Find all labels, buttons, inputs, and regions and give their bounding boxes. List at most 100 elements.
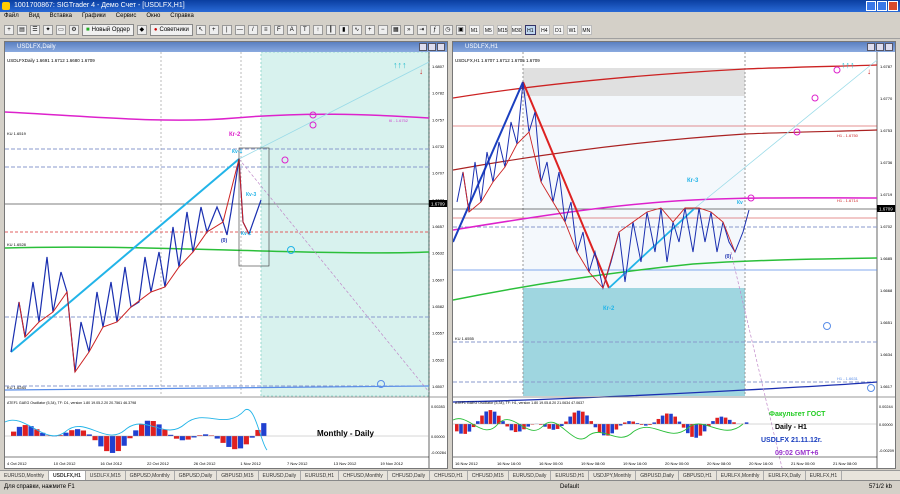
menu-file[interactable]: Файл <box>4 12 19 21</box>
menu-tools[interactable]: Сервис <box>116 12 137 21</box>
chart-tab[interactable]: EURLFX,Daily <box>764 471 805 480</box>
zoom-in-icon[interactable]: + <box>365 25 375 35</box>
close-button[interactable] <box>888 1 898 11</box>
chart-tab[interactable]: CHFUSD,Monthly <box>339 471 388 480</box>
chart-window-titlebar[interactable]: USDLFX,Daily <box>5 42 447 52</box>
signal-arrows-icon: ↑↑↑ <box>393 60 407 70</box>
daily-chart-canvas[interactable]: ↑↑↑ ↓ USDLFXDaily 1.6691 1.6712 1.6680 1… <box>5 52 447 468</box>
chart-tab[interactable]: EURUSD,Daily <box>259 471 302 480</box>
bar-chart-icon[interactable]: ┃ <box>326 25 336 35</box>
market-watch-icon[interactable]: ☰ <box>30 25 40 35</box>
date-tick-label: 16 Nov 16:00 <box>497 461 522 466</box>
minimize-button[interactable] <box>866 1 876 11</box>
date-tick-label: 7 Nov 2012 <box>287 461 308 466</box>
trendline-icon[interactable]: / <box>248 25 258 35</box>
fibo-icon[interactable]: F <box>274 25 284 35</box>
menu-insert[interactable]: Вставка <box>50 12 72 21</box>
label-kr3: Кr-3 <box>687 178 699 184</box>
chart-shift-icon[interactable]: ⇥ <box>417 25 427 35</box>
chart-tab[interactable]: EURUSD,H1 <box>551 471 589 480</box>
chart-tab[interactable]: GBPUSD,H1 <box>679 471 717 480</box>
tester-icon[interactable]: ⚙ <box>69 25 79 35</box>
timeframe-m5[interactable]: M5 <box>483 25 494 35</box>
chart-window-h1[interactable]: USDLFX,H1 <box>452 41 896 469</box>
line-chart-icon[interactable]: ∿ <box>352 25 362 35</box>
menu-charts[interactable]: Графики <box>82 12 106 21</box>
periods-icon[interactable]: ◷ <box>443 25 453 35</box>
terminal-icon[interactable]: ▭ <box>56 25 66 35</box>
vertical-line-icon[interactable]: | <box>222 25 232 35</box>
profiles-icon[interactable]: ▤ <box>17 25 27 35</box>
chart-tab[interactable]: GBPUSD,Monthly <box>126 471 175 480</box>
chart-tab[interactable]: EURUSD,Monthly <box>0 471 49 480</box>
status-traffic: 571/2 kb <box>869 481 892 494</box>
text-icon[interactable]: A <box>287 25 297 35</box>
menu-window[interactable]: Окно <box>146 12 160 21</box>
oscillator-bar <box>594 424 598 427</box>
timeframe-d1[interactable]: D1 <box>553 25 564 35</box>
chart-tab[interactable]: CHFUSD,H1 <box>430 471 468 480</box>
oscillator-bar <box>724 418 728 424</box>
chart-tab[interactable]: EURLFX,H1 <box>806 471 843 480</box>
chart-tab[interactable]: CHFUSD,M15 <box>468 471 509 480</box>
chart-tab[interactable]: GBPUSD,M15 <box>217 471 258 480</box>
chart-restore-button[interactable] <box>428 43 436 51</box>
cursor-icon[interactable]: ↖ <box>196 25 206 35</box>
channel-icon[interactable]: ≡ <box>261 25 271 35</box>
navigator-icon[interactable]: ✦ <box>43 25 53 35</box>
oscillator-tick-label: 0.00000 <box>431 435 445 439</box>
price-tick-label: 1.6668 <box>880 288 893 293</box>
oscillator-bar <box>694 424 698 438</box>
oscillator-bar <box>623 422 627 424</box>
oscillator-tick-label: 0.00283 <box>431 405 445 409</box>
templates-icon[interactable]: ▣ <box>456 25 466 35</box>
horizontal-line-icon[interactable]: — <box>235 25 245 35</box>
chart-tab[interactable]: EURUSD,H1 <box>301 471 339 480</box>
chart-restore-button[interactable] <box>876 43 884 51</box>
chart-minimize-button[interactable] <box>867 43 875 51</box>
chart-tab[interactable]: USDJPY,Monthly <box>589 471 636 480</box>
chart-tab[interactable]: CHFUSD,Daily <box>388 471 430 480</box>
indicators-icon[interactable]: ƒ <box>430 25 440 35</box>
menu-help[interactable]: Справка <box>170 12 194 21</box>
crosshair-icon[interactable]: + <box>209 25 219 35</box>
chart-minimize-button[interactable] <box>419 43 427 51</box>
timeframe-m1[interactable]: M1 <box>469 25 480 35</box>
maximize-button[interactable] <box>877 1 887 11</box>
oscillator-bar <box>573 413 577 424</box>
zoom-out-icon[interactable]: − <box>378 25 388 35</box>
date-tick-label: 20 Nov 16:00 <box>749 461 774 466</box>
advisors-button[interactable]: ● Советники <box>150 24 193 36</box>
timeframe-w1[interactable]: W1 <box>567 25 578 35</box>
timeframe-m30[interactable]: M30 <box>511 25 522 35</box>
tile-windows-icon[interactable]: ▦ <box>391 25 401 35</box>
new-order-button[interactable]: ■ Новый Ордер <box>82 24 134 36</box>
h1-chart-canvas[interactable]: ↑↑↑ ↓ USDLFX,H1 1.6707 1.6712 1.6705 1.6… <box>453 52 895 468</box>
chart-close-button[interactable] <box>437 43 445 51</box>
date-tick-label: 10 Oct 2012 <box>54 461 77 466</box>
timeframe-mn[interactable]: MN <box>581 25 592 35</box>
chart-tab[interactable]: EURUSD,Daily <box>509 471 552 480</box>
timeframe-m15[interactable]: M15 <box>497 25 508 35</box>
signal-arrows-icon: ↑↑↑ <box>841 60 855 70</box>
chart-tab[interactable]: USDLFX,M15 <box>86 471 126 480</box>
date-tick-label: 20 Nov 00:00 <box>665 461 690 466</box>
chart-tab[interactable]: EURLFX,Monthly <box>717 471 765 480</box>
timeframe-h4[interactable]: H4 <box>539 25 550 35</box>
label-kv3: Кv-3 <box>246 192 256 198</box>
chart-tab[interactable]: GBPUSD,Daily <box>636 471 679 480</box>
chart-window-daily[interactable]: USDLFX,Daily <box>4 41 448 469</box>
metaeditor-icon[interactable]: ◆ <box>137 25 147 35</box>
arrows-icon[interactable]: ↑ <box>313 25 323 35</box>
chart-tab[interactable]: USDLFX,H1 <box>49 471 86 480</box>
candle-chart-icon[interactable]: ▮ <box>339 25 349 35</box>
chart-tab[interactable]: GBPUSD,Daily <box>175 471 218 480</box>
chart-window-titlebar[interactable]: USDLFX,H1 <box>453 42 895 52</box>
date-tick-label: 21 Nov 00:00 <box>791 461 816 466</box>
autoscroll-icon[interactable]: » <box>404 25 414 35</box>
label-icon[interactable]: T <box>300 25 310 35</box>
timeframe-h1[interactable]: H1 <box>525 25 536 35</box>
chart-close-button[interactable] <box>885 43 893 51</box>
menu-view[interactable]: Вид <box>29 12 40 21</box>
new-chart-icon[interactable]: + <box>4 25 14 35</box>
